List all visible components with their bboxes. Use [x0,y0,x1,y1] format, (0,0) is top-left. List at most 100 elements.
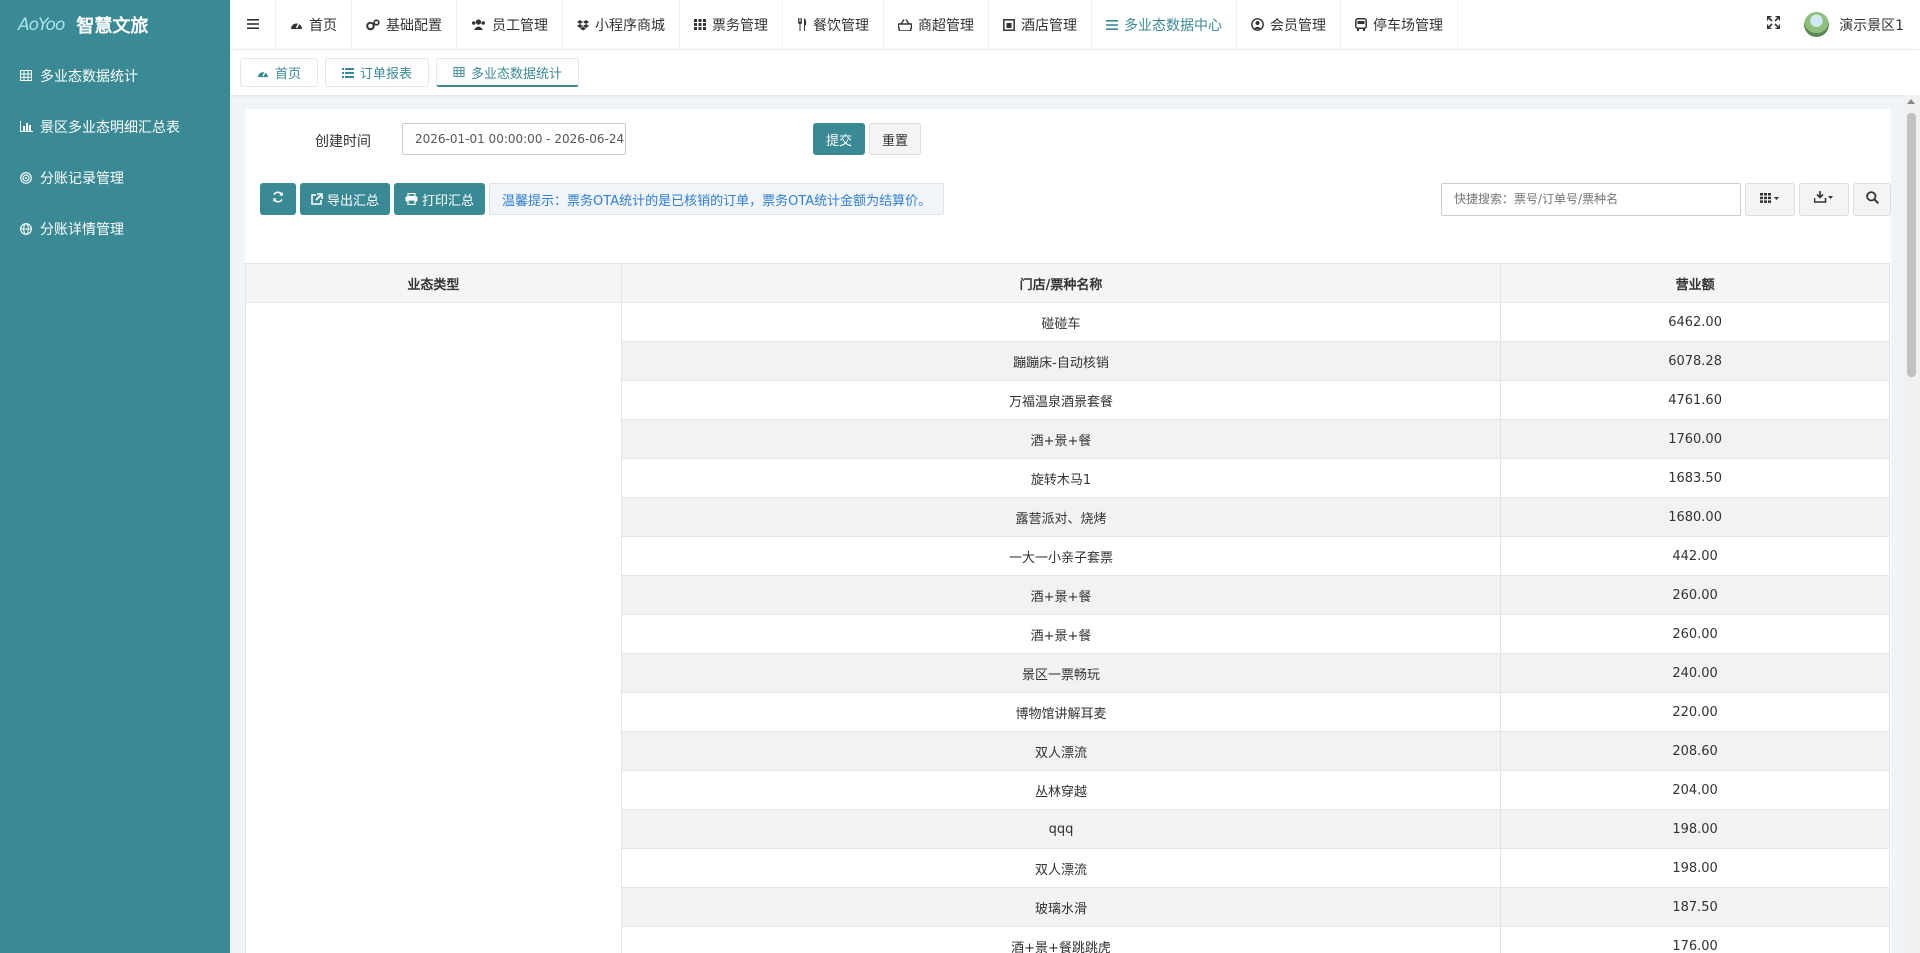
table-icon [453,67,465,77]
scroll-up-arrow[interactable] [1907,99,1915,104]
table-toolbar: 导出汇总 打印汇总 温馨提示：票务OTA统计的是已核销的订单，票务OTA统计金额… [260,183,945,215]
cell-amount: 6462.00 [1500,302,1890,342]
cell-name: 双人漂流 [620,848,1502,888]
tab-home[interactable]: 首页 [240,58,319,87]
cell-name: 酒+景+餐 [620,614,1502,654]
nav-item-label: 餐饮管理 [813,17,869,34]
reset-button[interactable]: 重置 [869,123,921,155]
column-header-name[interactable]: 门店/票种名称 [620,263,1502,303]
column-header-type[interactable]: 业态类型 [245,263,622,303]
logo[interactable]: AoYoo 智慧文旅 [0,0,230,50]
dropbox-icon [577,19,589,31]
cell-name: 丛林穿越 [620,770,1502,810]
tab-label: 订单报表 [360,67,413,82]
cogs-icon [366,18,380,31]
print-summary-button[interactable]: 打印汇总 [394,183,486,215]
cell-amount: 204.00 [1500,770,1890,810]
table-tools-right [1441,182,1891,216]
search-icon [1865,190,1879,208]
cell-name: 碰碰车 [620,302,1502,342]
cell-amount: 1683.50 [1500,458,1890,498]
cell-name: 景区一票畅玩 [620,653,1502,693]
date-range-input[interactable] [402,123,626,155]
tab-order-report[interactable]: 订单报表 [325,58,430,87]
menu-toggle-button[interactable] [230,0,276,50]
export-dropdown-button[interactable] [1799,182,1849,216]
cell-amount: 442.00 [1500,536,1890,576]
content-panel: 创建时间 提交 重置 导出汇总 打印汇总 温馨提示：票务OTA统计的是已核销的订… [245,109,1891,953]
cell-amount: 187.50 [1500,887,1890,927]
sidebar-item-label: 多业态数据统计 [40,68,138,85]
nav-item-label: 首页 [309,17,337,34]
fullscreen-button[interactable] [1748,0,1798,50]
nav-item-catering[interactable]: 餐饮管理 [783,0,884,50]
cell-name: 万福温泉酒景套餐 [620,380,1502,420]
table-row[interactable]: 碰碰车 6462.00 [245,302,1890,953]
nav-item-staff[interactable]: 员工管理 [457,0,563,50]
table-icon [18,68,34,84]
tab-label: 多业态数据统计 [471,66,563,82]
column-header-amount[interactable]: 营业额 [1500,263,1890,303]
list-icon [342,67,355,78]
cell-name: qqq [620,809,1502,849]
sidebar-item-split-records[interactable]: 分账记录管理 [0,152,230,203]
cell-amount: 198.00 [1500,809,1890,849]
quick-search-input[interactable] [1441,182,1741,216]
cell-amount: 260.00 [1500,614,1890,654]
sidebar-item-detail-summary[interactable]: 景区多业态明细汇总表 [0,101,230,152]
cutlery-icon [797,18,807,31]
cell-amount: 4761.60 [1500,380,1890,420]
export-summary-button[interactable]: 导出汇总 [300,183,391,215]
bus-icon [1355,18,1367,31]
cell-amount: 260.00 [1500,575,1890,615]
hint-notice: 温馨提示：票务OTA统计的是已核销的订单，票务OTA统计金额为结算价。 [489,183,945,215]
sidebar: AoYoo 智慧文旅 多业态数据统计 景区多业态明细汇总表 分账记录管理 分账详… [0,0,230,953]
user-circle-icon [1251,18,1264,31]
external-link-icon [311,193,323,205]
nav-item-hotel[interactable]: 酒店管理 [989,0,1092,50]
users-icon [471,19,486,30]
cell-name: 玻璃水滑 [620,887,1502,927]
print-icon [405,193,418,205]
dashboard-icon [290,19,303,30]
topbar-right: 演示景区1 [1748,0,1920,50]
search-button[interactable] [1853,182,1891,216]
cell-name: 酒+景+餐跳跳虎 [620,926,1502,953]
nav-item-supermarket[interactable]: 商超管理 [884,0,989,50]
nav-item-mini-program-mall[interactable]: 小程序商城 [563,0,680,50]
tab-label: 首页 [275,67,302,82]
user-name: 演示景区1 [1839,17,1904,34]
hotel-icon [1003,18,1015,31]
sidebar-item-multi-format-stats[interactable]: 多业态数据统计 [0,50,230,101]
sidebar-item-split-details[interactable]: 分账详情管理 [0,203,230,254]
cell-name: 蹦蹦床-自动核销 [620,341,1502,381]
refresh-button[interactable] [260,183,296,215]
list-icon [1106,19,1118,30]
cell-amount: 6078.28 [1500,341,1890,381]
scrollbar-thumb[interactable] [1907,113,1916,377]
scrollbar[interactable] [1903,95,1920,953]
nav-item-data-center[interactable]: 多业态数据中心 [1092,0,1237,50]
tab-multi-format-stats[interactable]: 多业态数据统计 [436,58,580,87]
nav-item-label: 酒店管理 [1021,17,1077,34]
user-menu[interactable]: 演示景区1 [1798,0,1920,50]
cell-name: 露营派对、烧烤 [620,497,1502,537]
nav-item-basic-config[interactable]: 基础配置 [352,0,457,50]
stats-table: 业态类型 门店/票种名称 营业额 碰碰车 6462.00 蹦蹦床-自动核销 6078.… [245,263,1890,953]
nav-item-ticketing[interactable]: 票务管理 [680,0,783,50]
expand-icon [1766,15,1780,33]
nav-item-label: 员工管理 [492,17,548,34]
submit-button[interactable]: 提交 [813,123,865,155]
top-navbar: 首页 基础配置 员工管理 小程序商城 票务管理 餐饮管理 商超管理 酒店管理 多… [230,0,1920,50]
tab-bar: 首页 订单报表 多业态数据统计 [230,50,1920,95]
app-title: 智慧文旅 [76,16,149,37]
nav-item-home[interactable]: 首页 [276,0,352,50]
cell-name: 旋转木马1 [620,458,1502,498]
refresh-icon [272,191,284,207]
nav-item-label: 票务管理 [712,17,768,34]
nav-item-parking[interactable]: 停车场管理 [1341,0,1458,50]
columns-toggle-button[interactable] [1745,182,1795,216]
nav-item-members[interactable]: 会员管理 [1237,0,1341,50]
sidebar-item-label: 分账详情管理 [40,221,124,238]
cell-name: 酒+景+餐 [620,419,1502,459]
